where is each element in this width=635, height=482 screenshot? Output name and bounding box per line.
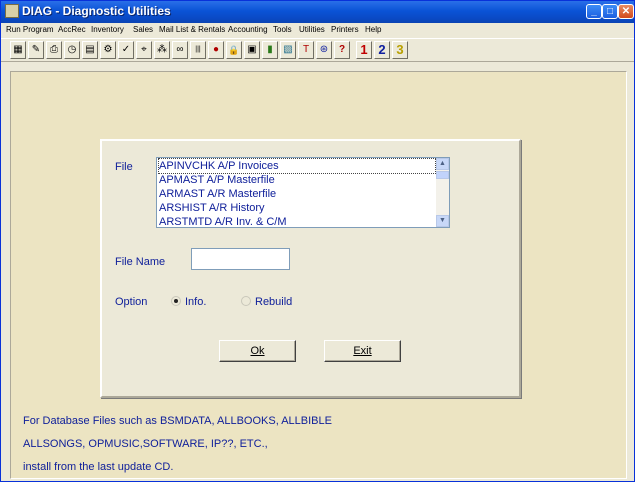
menu-printers[interactable]: Printers (331, 23, 359, 37)
exit-button[interactable]: Exit (324, 340, 401, 362)
clock-icon[interactable]: ◷ (64, 41, 80, 59)
scroll-down-icon[interactable]: ▼ (436, 215, 449, 227)
disk-icon[interactable]: ⊛ (316, 41, 332, 59)
menu-tools[interactable]: Tools (273, 23, 292, 37)
lock-icon[interactable]: 🔒 (226, 41, 242, 59)
menu-mail-list-rentals[interactable]: Mail List & Rentals (159, 23, 225, 37)
toolbar: ▦ ✎ ⎙ ◷ ▤ ⚙ ✓ ⌖ ⁂ ∞ ||| ● 🔒 ▣ ▮ ▧ T ⊛ ? … (1, 38, 634, 62)
ok-button-label: Ok (250, 345, 265, 357)
info-radio[interactable] (171, 296, 181, 306)
menu-run-program[interactable]: Run Program (6, 23, 54, 37)
listbox-scrollbar[interactable]: ▲ ▼ (436, 158, 449, 227)
maximize-button[interactable]: □ (602, 4, 618, 19)
list-item[interactable]: APMAST A/P Masterfile (159, 173, 435, 187)
binoculars-icon[interactable]: ⌖ (136, 41, 152, 59)
one-button[interactable]: 1 (356, 41, 372, 59)
note-line-1: For Database Files such as BSMDATA, ALLB… (23, 415, 332, 427)
scroll-thumb[interactable] (436, 171, 449, 179)
info-radio-label[interactable]: Info. (185, 296, 206, 308)
three-button[interactable]: 3 (392, 41, 408, 59)
two-button[interactable]: 2 (374, 41, 390, 59)
chart-icon[interactable]: ▮ (262, 41, 278, 59)
stamp-icon[interactable]: T (298, 41, 314, 59)
menu-accounting[interactable]: Accounting (228, 23, 268, 37)
list-item[interactable]: ARMAST A/R Masterfile (159, 187, 435, 201)
checkmark-icon[interactable]: ✓ (118, 41, 134, 59)
minimize-button[interactable]: _ (586, 4, 602, 19)
list-item[interactable]: APINVCHK A/P Invoices (158, 158, 436, 174)
list-item[interactable]: ARSTMTD A/R Inv. & C/M (159, 215, 435, 227)
card-icon[interactable]: ▣ (244, 41, 260, 59)
file-label: File (115, 161, 133, 173)
scroll-up-icon[interactable]: ▲ (436, 158, 449, 170)
app-icon (5, 4, 19, 18)
calculator-icon[interactable]: ▦ (10, 41, 26, 59)
file-name-input[interactable] (191, 248, 290, 270)
barcode-icon[interactable]: ||| (190, 41, 206, 59)
rebuild-radio[interactable] (241, 296, 251, 306)
network-icon[interactable]: ⁂ (154, 41, 170, 59)
ok-button[interactable]: Ok (219, 340, 296, 362)
menu-inventory[interactable]: Inventory (91, 23, 124, 37)
list-item[interactable]: ARSHIST A/R History (159, 201, 435, 215)
file-name-label: File Name (115, 256, 166, 268)
exit-button-label: Exit (353, 345, 372, 357)
menu-bar: Run Program AccRec Inventory Sales Mail … (1, 23, 634, 38)
help-icon[interactable]: ? (334, 41, 350, 59)
note-line-2: ALLSONGS, OPMUSIC,SOFTWARE, IP??, ETC., (23, 438, 268, 450)
close-button[interactable]: ✕ (618, 4, 634, 19)
option-label: Option (115, 296, 148, 308)
rebuild-radio-label[interactable]: Rebuild (255, 296, 292, 308)
settings-icon[interactable]: ⚙ (100, 41, 116, 59)
folder-icon[interactable]: ✎ (28, 41, 44, 59)
menu-accrec[interactable]: AccRec (58, 23, 86, 37)
title-bar[interactable]: DIAG - Diagnostic Utilities _ □ ✕ (1, 1, 634, 23)
ledger-icon[interactable]: ▤ (82, 41, 98, 59)
window-title: DIAG - Diagnostic Utilities (22, 4, 171, 18)
menu-help[interactable]: Help (365, 23, 381, 37)
record-icon[interactable]: ● (208, 41, 224, 59)
picture-icon[interactable]: ▧ (280, 41, 296, 59)
file-listbox[interactable]: APINVCHK A/P Invoices APMAST A/P Masterf… (156, 157, 450, 228)
glasses-icon[interactable]: ∞ (172, 41, 188, 59)
note-line-3: install from the last update CD. (23, 461, 174, 473)
printer-icon[interactable]: ⎙ (46, 41, 62, 59)
menu-sales[interactable]: Sales (133, 23, 153, 37)
menu-utilities[interactable]: Utilities (299, 23, 325, 37)
